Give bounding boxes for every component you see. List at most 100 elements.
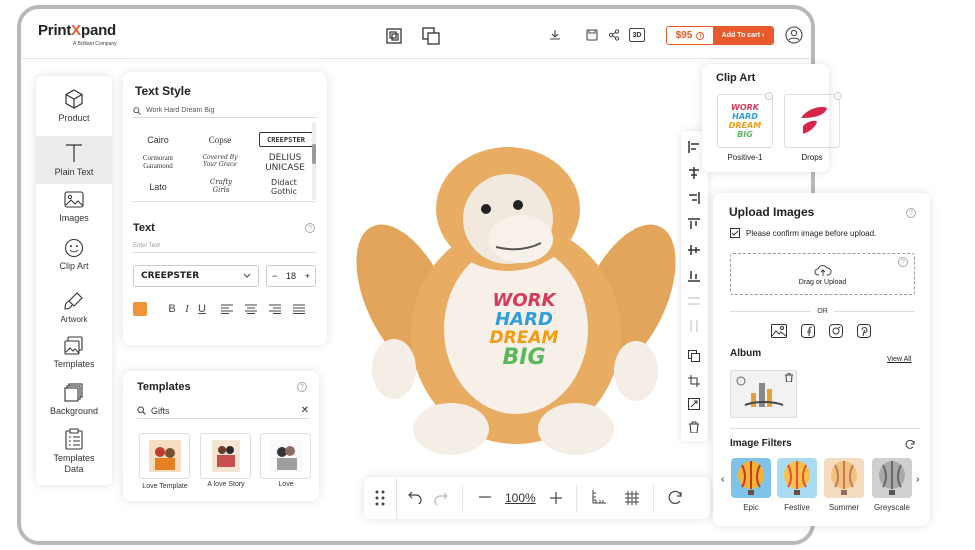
align-hcenter-icon[interactable]	[686, 165, 702, 181]
template-card[interactable]	[200, 433, 251, 479]
download-icon[interactable]	[549, 29, 561, 41]
font-option[interactable]: Crafty Girls	[201, 178, 241, 194]
help-icon[interactable]: ?	[906, 208, 916, 218]
panel-title: Clip Art	[716, 72, 756, 84]
sidebar-item-product[interactable]: Product	[36, 88, 112, 132]
align-left-icon[interactable]	[221, 304, 233, 314]
redo-icon[interactable]	[434, 485, 463, 511]
sidebar-item-label: Clip Art	[59, 261, 89, 271]
sidebar-item-artwork[interactable]: Artwork	[36, 290, 112, 330]
color-swatch[interactable]	[133, 302, 147, 316]
font-option[interactable]: Covered By Your Grace	[197, 154, 243, 168]
zoom-level[interactable]: 100%	[505, 491, 536, 505]
checkbox-checked-icon[interactable]	[730, 228, 740, 238]
font-search-input[interactable]: Work Hard Dream Big	[133, 104, 317, 118]
album-thumbnail[interactable]	[730, 370, 797, 418]
align-right-icon[interactable]	[686, 190, 702, 206]
add-to-cart-button[interactable]: Add To cart ›	[713, 27, 773, 44]
share-icon[interactable]	[608, 29, 620, 41]
gallery-icon[interactable]	[771, 324, 787, 338]
chevron-left-icon[interactable]: ‹	[721, 474, 724, 485]
sidebar-item-plain-text[interactable]: Plain Text	[36, 136, 112, 184]
view-all-link[interactable]: View All	[887, 356, 911, 363]
align-bottom-icon[interactable]	[686, 268, 702, 284]
font-option[interactable]: Didact Gothic	[259, 178, 309, 196]
font-list-scrollbar[interactable]	[312, 122, 316, 200]
back-view-icon[interactable]	[422, 27, 440, 45]
clip-art-card[interactable]: WORK HARD DREAM BIG	[717, 94, 773, 148]
facebook-icon[interactable]	[801, 324, 815, 338]
font-dropdown[interactable]: CREEPSTER	[133, 265, 259, 287]
distribute-vertical-icon[interactable]	[686, 318, 702, 334]
artwork-print[interactable]: WORK HARD DREAM BIG	[489, 291, 559, 369]
filter-thumb-festive[interactable]	[777, 458, 817, 498]
delete-icon[interactable]	[686, 419, 702, 435]
clear-icon[interactable]: ✕	[301, 405, 309, 416]
template-card[interactable]	[260, 433, 311, 479]
refresh-icon[interactable]	[905, 437, 916, 455]
font-option-selected[interactable]: CREEPSTER	[259, 132, 313, 147]
save-icon[interactable]	[586, 29, 598, 41]
distribute-horizontal-icon[interactable]	[686, 293, 702, 309]
confirm-checkbox-row[interactable]: Please confirm image before upload.	[730, 228, 876, 238]
help-icon[interactable]: ?	[305, 223, 315, 233]
help-icon[interactable]: ?	[898, 257, 908, 267]
templates-search-input[interactable]: Gifts ✕	[137, 403, 309, 419]
chevron-right-icon[interactable]: ›	[916, 474, 919, 485]
artwork-line: HARD	[732, 112, 758, 121]
design-canvas[interactable]: WORK HARD DREAM BIG	[356, 139, 676, 459]
reset-icon[interactable]	[668, 489, 684, 508]
info-icon[interactable]: i	[696, 31, 705, 40]
duplicate-icon[interactable]	[686, 348, 702, 364]
ruler-icon[interactable]	[591, 489, 607, 508]
plus-icon[interactable]: +	[305, 271, 310, 281]
grid-icon[interactable]	[624, 485, 654, 511]
trash-icon[interactable]	[785, 372, 793, 384]
underline-button[interactable]: U	[195, 303, 209, 315]
instagram-icon[interactable]	[829, 324, 843, 338]
crop-icon[interactable]	[686, 373, 702, 389]
template-card[interactable]	[139, 433, 190, 479]
bold-button[interactable]: B	[165, 303, 179, 315]
text-input[interactable]: Enter Text	[133, 243, 317, 253]
drag-upload-zone[interactable]: Drag or Upload	[730, 253, 915, 295]
align-justify-icon[interactable]	[293, 304, 305, 314]
clip-art-card[interactable]	[784, 94, 840, 148]
align-vcenter-icon[interactable]	[686, 242, 702, 258]
zoom-in-icon[interactable]	[549, 485, 577, 511]
info-icon[interactable]: i	[765, 92, 773, 100]
font-option[interactable]: Lato	[139, 182, 177, 192]
user-avatar-icon[interactable]	[785, 26, 803, 44]
font-size-value[interactable]: 18	[286, 271, 296, 281]
font-option[interactable]: Cairo	[139, 135, 177, 145]
align-center-icon[interactable]	[245, 304, 257, 314]
brand-logo[interactable]: PrintXpand	[38, 22, 116, 39]
sidebar-item-templates-data[interactable]: Templates Data	[36, 428, 112, 480]
filter-thumb-greyscale[interactable]	[872, 458, 912, 498]
filter-thumb-epic[interactable]	[731, 458, 771, 498]
3d-view-button[interactable]: 3D	[629, 28, 645, 42]
scrollbar-thumb[interactable]	[312, 144, 316, 164]
font-size-stepper[interactable]: − 18 +	[266, 265, 316, 287]
align-right-icon[interactable]	[269, 304, 281, 314]
minus-icon[interactable]: −	[272, 271, 277, 281]
sidebar-item-clip-art[interactable]: Clip Art	[36, 238, 112, 278]
font-option[interactable]: DELIUS UNICASE	[258, 153, 312, 173]
italic-button[interactable]: I	[180, 303, 194, 315]
sidebar-item-templates[interactable]: Templates	[36, 336, 112, 376]
zoom-out-icon[interactable]	[479, 491, 491, 506]
info-icon[interactable]: i	[834, 92, 842, 100]
sidebar-item-background[interactable]: Background	[36, 383, 112, 423]
resize-icon[interactable]	[686, 396, 702, 412]
drag-handle-icon[interactable]	[364, 477, 397, 519]
filter-thumb-summer[interactable]	[824, 458, 864, 498]
font-option[interactable]: Copse	[201, 135, 239, 145]
pinterest-icon[interactable]	[857, 324, 871, 338]
undo-icon[interactable]	[408, 490, 422, 507]
sidebar-item-images[interactable]: Images	[36, 190, 112, 230]
help-icon[interactable]: ?	[297, 382, 307, 392]
align-left-icon[interactable]	[686, 139, 702, 155]
align-top-icon[interactable]	[686, 216, 702, 232]
font-option[interactable]: Cormorant Garamond	[135, 154, 181, 170]
front-view-icon[interactable]	[386, 28, 402, 44]
